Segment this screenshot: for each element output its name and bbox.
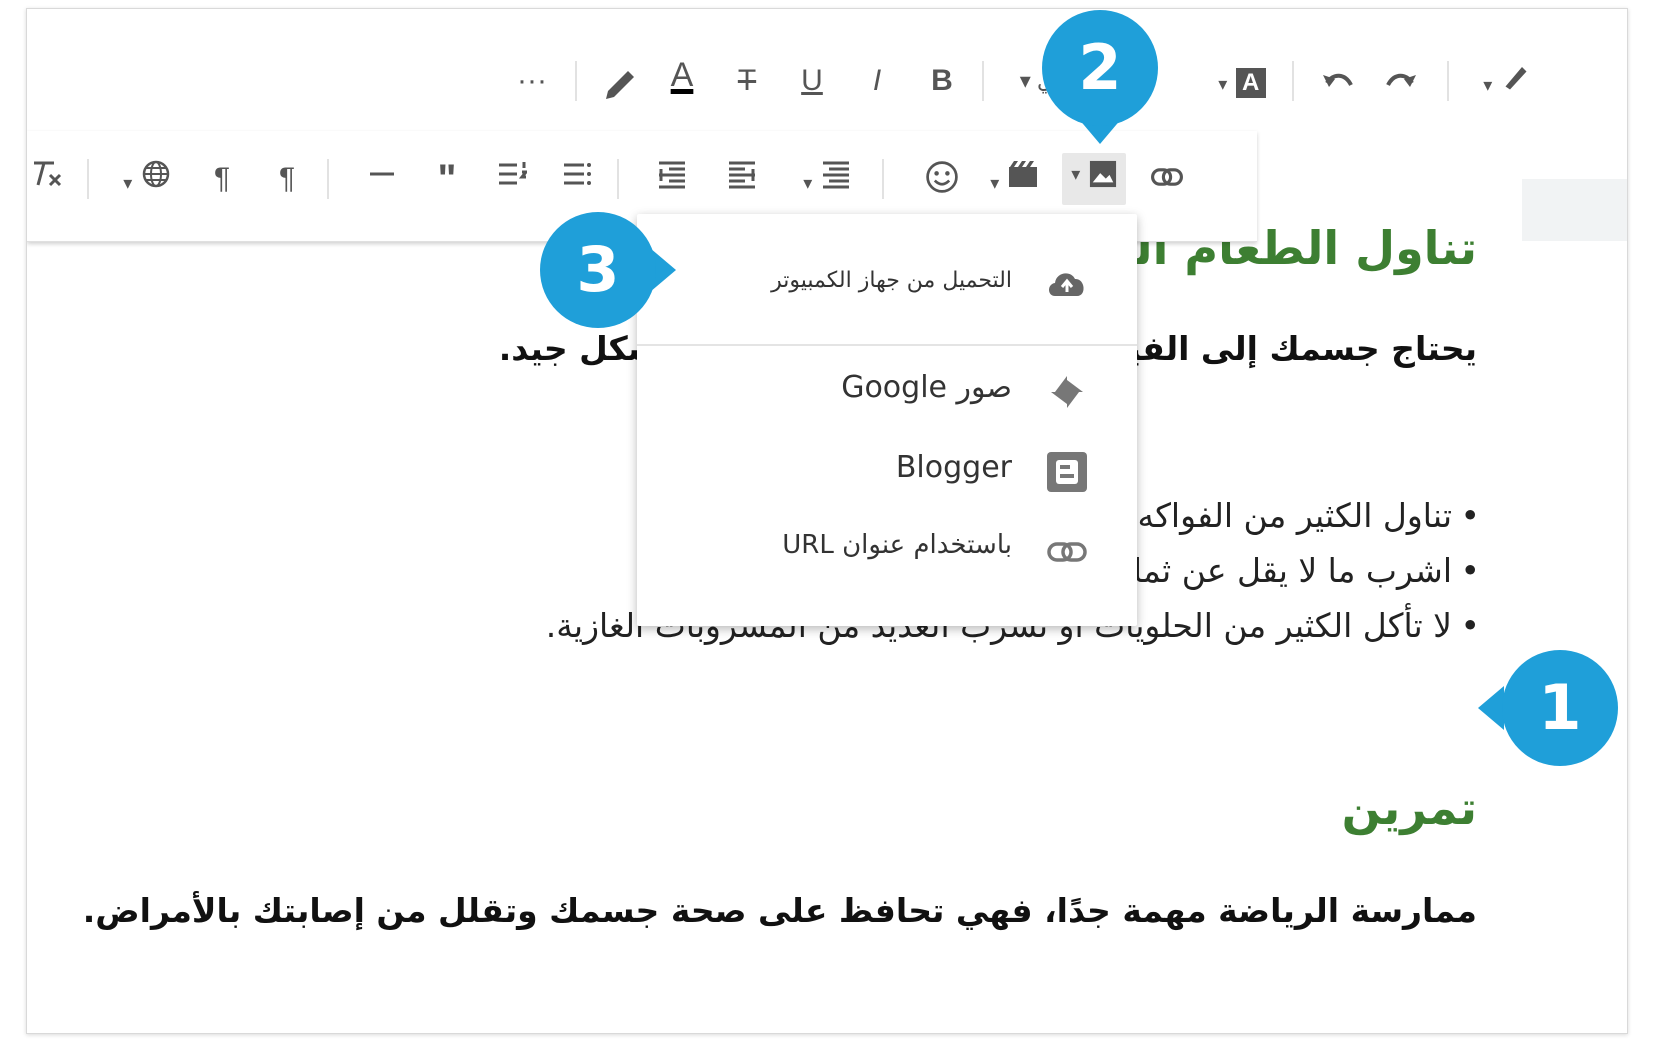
toolbar-divider	[617, 159, 619, 199]
language-dropdown[interactable]: ▾	[112, 159, 182, 199]
insert-image-menu: التحميل من جهاز الكمبيوتر صور Google Blo…	[637, 214, 1137, 626]
emoji-icon[interactable]	[917, 159, 967, 199]
chevron-down-icon: ▾	[990, 173, 1000, 193]
toolbar-divider	[87, 159, 89, 199]
menu-item-label: Blogger	[895, 450, 1012, 485]
callout-pointer	[1478, 686, 1504, 730]
cloud-upload-icon	[1049, 273, 1084, 296]
ltr-icon[interactable]	[717, 159, 767, 199]
menu-divider	[637, 344, 1137, 346]
alignment-dropdown[interactable]: ▾	[792, 159, 862, 199]
pilcrow-ltr-icon[interactable]: ¶	[262, 159, 312, 199]
insert-video-button[interactable]: ▾	[982, 159, 1046, 199]
menu-item-label: التحميل من جهاز الكمبيوتر	[771, 268, 1012, 293]
menu-item-google-photos[interactable]: صور Google	[637, 352, 1137, 432]
chevron-down-icon: ▾	[123, 173, 133, 193]
chevron-down-icon: ▾	[1071, 164, 1081, 185]
rtl-icon[interactable]	[647, 159, 697, 199]
image-icon	[1089, 161, 1116, 188]
quote-icon[interactable]: "	[422, 159, 472, 199]
globe-icon	[142, 160, 169, 188]
hr-icon[interactable]	[357, 159, 407, 199]
callout-1: 1	[1502, 650, 1618, 766]
menu-item-upload-from-computer[interactable]: التحميل من جهاز الكمبيوتر	[637, 244, 1137, 324]
menu-item-by-url[interactable]: باستخدام عنوان URL	[637, 512, 1137, 592]
chevron-down-icon: ▾	[803, 173, 813, 193]
numbered-list-icon[interactable]	[487, 159, 537, 199]
clear-format-icon[interactable]	[27, 159, 67, 199]
pilcrow-rtl-icon[interactable]: ¶	[197, 159, 247, 199]
toolbar-divider	[327, 159, 329, 199]
link-icon	[1047, 542, 1087, 562]
menu-item-label: صور Google	[841, 370, 1012, 405]
callout-2: 2	[1042, 10, 1158, 126]
align-icon	[822, 161, 849, 189]
menu-item-blogger[interactable]: Blogger	[637, 432, 1137, 512]
paragraph-exercise: ممارسة الرياضة مهمة جدًا، فهي تحافظ على …	[82, 891, 1477, 930]
google-photos-icon	[1051, 376, 1083, 408]
menu-item-label: باستخدام عنوان URL	[782, 530, 1012, 560]
insert-image-button[interactable]: ▾	[1062, 153, 1126, 205]
video-icon	[1008, 161, 1037, 187]
bulleted-list-icon[interactable]	[552, 159, 602, 199]
blogger-icon	[1047, 452, 1087, 492]
link-icon[interactable]	[1142, 159, 1192, 199]
toolbar-divider	[882, 159, 884, 199]
callout-3: 3	[540, 212, 656, 328]
editor-window: ··· A T U I B ▾ ي ▾ A ▾ تناول الطعام	[26, 8, 1628, 1034]
heading-exercise: تمرين	[1341, 781, 1477, 835]
